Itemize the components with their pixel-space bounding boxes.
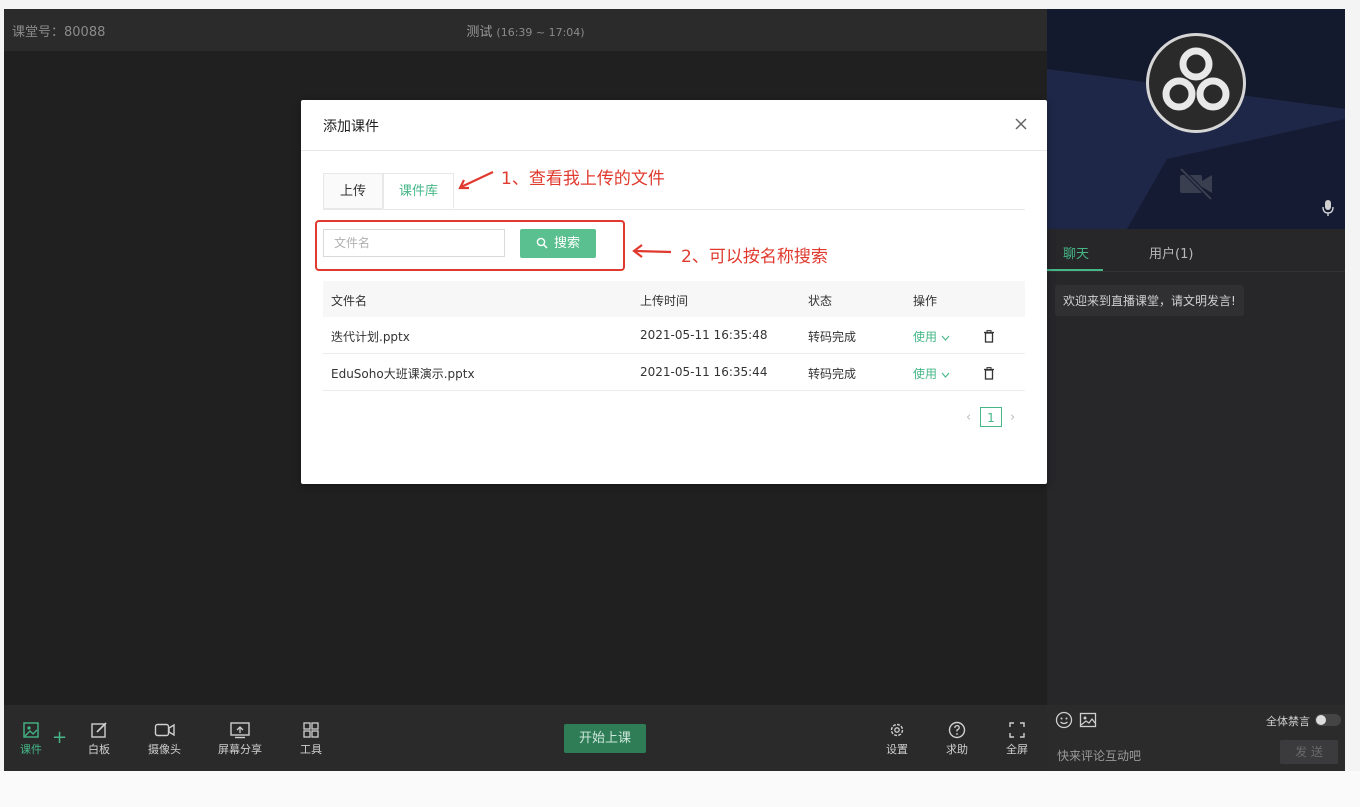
toolbar-help-label: 求助 <box>946 743 968 756</box>
file-status: 转码完成 <box>808 367 857 381</box>
chat-input[interactable] <box>1055 745 1269 767</box>
toolbar-screen-share[interactable]: 屏幕分享 <box>218 721 262 757</box>
use-dropdown[interactable]: 使用 <box>913 328 950 345</box>
toolbar-whiteboard[interactable]: 白板 <box>88 721 110 757</box>
mute-all-label: 全体禁言 <box>1266 715 1310 728</box>
toolbar-tools-label: 工具 <box>300 743 322 756</box>
fullscreen-icon <box>1009 722 1025 738</box>
add-courseware-dialog: 添加课件 上传 课件库 搜索 1、查看我上传的文件 2、可以按名称搜索 文件名 … <box>301 100 1047 484</box>
microphone-icon[interactable] <box>1321 199 1335 221</box>
table-row: EduSoho大班课演示.pptx 2021-05-11 16:35:44 转码… <box>323 354 1025 391</box>
annotation-note-2: 2、可以按名称搜索 <box>681 247 828 267</box>
toggle-knob <box>1316 715 1326 725</box>
dialog-divider <box>301 150 1047 151</box>
chat-tabs: 聊天 用户(1) <box>1047 229 1345 272</box>
image-icon <box>23 722 39 738</box>
right-panel: 聊天 用户(1) 欢迎来到直播课堂，请文明发言! 全体禁言 快来评论互动吧 发 … <box>1047 9 1345 771</box>
chat-input-area: 全体禁言 发 送 <box>1047 705 1345 771</box>
tab-users[interactable]: 用户(1) <box>1149 243 1193 262</box>
table-header: 文件名 上传时间 状态 操作 <box>323 281 1025 317</box>
start-class-button[interactable]: 开始上课 <box>564 724 646 753</box>
bottom-strip <box>0 771 1360 807</box>
next-page-icon[interactable]: › <box>1010 410 1015 425</box>
tab-courseware-library[interactable]: 课件库 <box>383 173 454 209</box>
column-upload-time: 上传时间 <box>640 294 689 308</box>
help-icon <box>948 721 966 739</box>
upload-time: 2021-05-11 16:35:44 <box>640 365 768 379</box>
table-row: 迭代计划.pptx 2021-05-11 16:35:48 转码完成 使用 <box>323 317 1025 354</box>
toolbar-tools[interactable]: 工具 <box>300 721 322 757</box>
edit-icon <box>91 722 107 738</box>
toolbar-courseware[interactable]: 课件 <box>20 721 42 757</box>
screen-share-icon <box>230 722 250 739</box>
annotation-highlight-box <box>315 220 625 271</box>
toolbar-fullscreen[interactable]: 全屏 <box>1006 721 1028 757</box>
camera-off-icon <box>1177 167 1215 205</box>
column-status: 状态 <box>808 294 833 308</box>
annotation-arrow-2-icon <box>632 244 672 258</box>
column-actions: 操作 <box>913 294 938 308</box>
mute-all-toggle[interactable] <box>1315 714 1341 726</box>
toolbar-courseware-label: 课件 <box>20 743 42 756</box>
toolbar-fullscreen-label: 全屏 <box>1006 743 1028 756</box>
annotation-arrow-1-icon <box>458 171 494 190</box>
use-label: 使用 <box>913 330 938 344</box>
course-name: 测试 <box>466 25 493 40</box>
file-name: 迭代计划.pptx <box>331 330 410 344</box>
use-label: 使用 <box>913 367 938 381</box>
toolbar-camera-label: 摄像头 <box>148 743 181 756</box>
gear-icon <box>890 723 904 737</box>
camera-icon <box>154 723 175 737</box>
toolbar-help[interactable]: 求助 <box>946 721 968 757</box>
toolbar-settings[interactable]: 设置 <box>886 721 908 757</box>
welcome-message: 欢迎来到直播课堂，请文明发言! <box>1055 285 1244 316</box>
toolbar-settings-label: 设置 <box>886 743 908 756</box>
bottom-toolbar: 课件 + 白板 摄像头 屏幕分享 工具 开始上课 设置 求助 全屏 <box>4 705 1047 771</box>
file-status: 转码完成 <box>808 330 857 344</box>
add-courseware-icon[interactable]: + <box>52 727 67 748</box>
tab-upload[interactable]: 上传 <box>323 173 383 209</box>
close-icon[interactable] <box>1011 114 1031 134</box>
dialog-title: 添加课件 <box>323 119 379 135</box>
delete-icon[interactable] <box>983 365 995 384</box>
chevron-down-icon <box>941 335 950 341</box>
image-upload-icon[interactable] <box>1079 711 1097 733</box>
use-dropdown[interactable]: 使用 <box>913 365 950 382</box>
top-bar: 课堂号：80088 测试 (16:39 ~ 17:04) <box>4 9 1047 51</box>
delete-icon[interactable] <box>983 328 995 347</box>
teacher-video <box>1047 9 1345 229</box>
toolbar-whiteboard-label: 白板 <box>88 743 110 756</box>
course-title: 测试 (16:39 ~ 17:04) <box>4 21 1047 40</box>
column-filename: 文件名 <box>331 294 368 308</box>
toolbar-camera[interactable]: 摄像头 <box>148 721 181 757</box>
chevron-down-icon <box>941 372 950 378</box>
tabs-divider <box>323 209 1025 210</box>
grid-icon <box>303 722 319 738</box>
toolbar-screen-share-label: 屏幕分享 <box>218 743 262 756</box>
tab-chat[interactable]: 聊天 <box>1063 243 1089 262</box>
emoji-icon[interactable] <box>1055 711 1073 733</box>
prev-page-icon[interactable]: ‹ <box>966 410 971 425</box>
page-number-current[interactable]: 1 <box>980 407 1002 427</box>
course-time: (16:39 ~ 17:04) <box>496 26 585 39</box>
annotation-note-1: 1、查看我上传的文件 <box>501 169 665 189</box>
upload-time: 2021-05-11 16:35:48 <box>640 328 768 342</box>
send-button[interactable]: 发 送 <box>1280 740 1338 764</box>
active-tab-indicator <box>1047 269 1103 271</box>
file-name: EduSoho大班课演示.pptx <box>331 367 475 381</box>
obs-logo-icon <box>1146 33 1246 133</box>
